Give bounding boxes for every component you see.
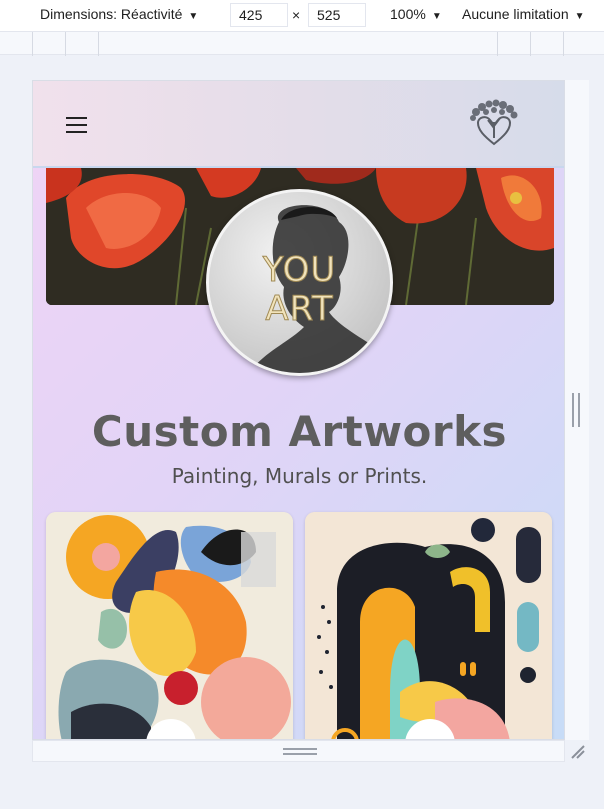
heart-tree-logo-icon[interactable] [466,98,522,148]
ruler-tick [497,32,498,56]
avatar-text-line2: ART [265,289,334,330]
corner-resize-icon[interactable] [566,740,588,762]
right-resize-handle[interactable] [572,393,580,427]
site-header [33,81,564,168]
dimensions-label: Dimensions: Réactivité [40,6,183,22]
caret-down-icon: ▼ [188,11,199,22]
artwork-card-abstract-shapes[interactable] [46,512,293,739]
throttle-dropdown[interactable]: Aucune limitation ▼ [462,6,585,22]
artist-avatar[interactable]: YOU ART [206,189,393,376]
device-viewport: YOU ART Custom Artworks Painting, Murals… [32,80,565,740]
bottom-resize-bar [32,740,565,762]
ruler-tick [563,32,564,56]
width-input[interactable] [230,3,288,27]
ruler-tick [65,32,66,56]
ruler-tick [530,32,531,56]
ruler-tick [32,32,33,56]
times-symbol: × [292,7,301,23]
caret-down-icon: ▼ [431,11,442,22]
height-input[interactable] [308,3,366,27]
media-query-ruler[interactable] [0,31,604,56]
artwork-card-abstract-arch[interactable] [305,512,552,739]
dimensions-dropdown[interactable]: Dimensions: Réactivité ▼ [40,6,198,22]
avatar-text-line1: YOU [262,250,337,291]
ruler-tick [98,32,99,56]
page-subtitle: Painting, Murals or Prints. [171,464,428,488]
page-title: Custom Artworks [91,407,508,456]
caret-down-icon: ▼ [574,11,585,22]
bottom-resize-handle[interactable] [283,748,317,755]
zoom-dropdown[interactable]: 100% ▼ [390,6,442,22]
hamburger-menu-icon[interactable] [66,117,87,133]
throttle-label: Aucune limitation [462,6,569,22]
zoom-label: 100% [390,6,426,22]
devtools-toolbar: Dimensions: Réactivité ▼ × 100% ▼ Aucune l… [0,0,604,31]
